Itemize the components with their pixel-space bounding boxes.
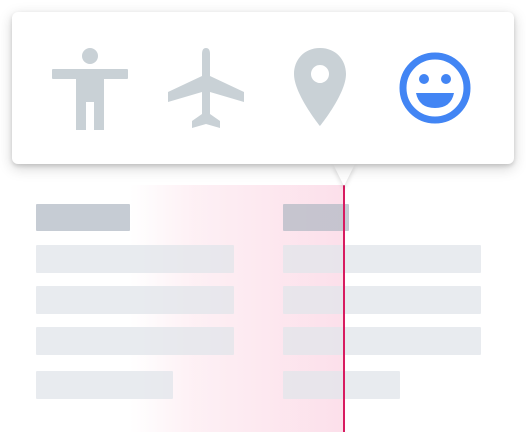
right-column-header-placeholder [283,204,349,231]
left-row-placeholder [36,327,234,355]
airplane-icon-button[interactable] [161,43,251,133]
right-row-placeholder [283,327,481,355]
right-row-placeholder [283,371,400,399]
right-row-placeholder [283,245,481,273]
popover-pointer [333,164,355,186]
smiley-face-icon [399,52,471,124]
icon-picker-popover [12,12,514,164]
location-pin-icon [294,48,347,126]
drag-insertion-line [343,185,345,432]
right-row-placeholder [283,286,481,314]
smiley-face-icon-button[interactable] [390,43,480,133]
left-row-placeholder [36,371,173,399]
location-pin-icon-button[interactable] [275,43,365,133]
accessibility-icon [52,48,129,130]
left-column-header-placeholder [36,204,130,231]
left-row-placeholder [36,286,234,314]
accessibility-icon-button[interactable] [46,43,136,133]
airplane-icon [167,48,244,128]
left-row-placeholder [36,245,234,273]
